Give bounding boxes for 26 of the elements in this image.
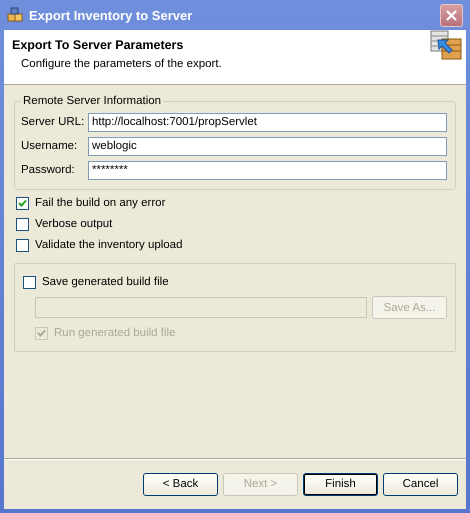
input-field[interactable]: ******** [88,160,447,180]
app-icon [6,6,24,24]
checkbox-label: Save generated build file [42,276,169,288]
checkbox[interactable] [16,238,29,252]
checkbox[interactable] [23,276,36,288]
field-label: Server URL: [21,116,86,128]
checkbox-label: Verbose output [35,218,112,230]
group-title: Remote Server Information [22,95,162,107]
window-title: Export Inventory to Server [29,8,194,22]
checkbox-label: Validate the inventory upload [35,239,182,251]
field-label: Username: [21,140,78,152]
page-title: Export To Server Parameters [12,38,184,52]
checkbox-label: Run generated build file [54,327,176,339]
wizard-button[interactable]: Cancel [383,472,458,496]
checkbox[interactable] [16,196,29,210]
wizard-button[interactable]: < Back [143,472,218,496]
input-field[interactable]: http://localhost:7001/propServlet [88,112,447,132]
checkbox-label: Fail the build on any error [35,197,166,209]
close-icon [446,10,457,20]
field-label: Password: [21,164,76,176]
server-export-icon [430,30,462,60]
checkbox[interactable] [16,218,29,230]
wizard-button[interactable]: Finish [303,472,378,496]
close-button[interactable] [440,4,463,26]
page-description: Configure the parameters of the export. [21,58,223,70]
input-field[interactable]: weblogic [88,136,447,156]
